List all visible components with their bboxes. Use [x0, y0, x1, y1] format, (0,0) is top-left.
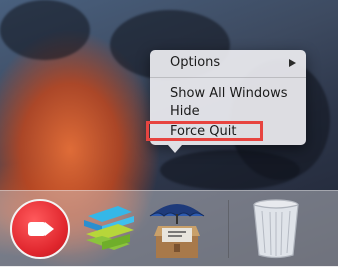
- menu-item-show-all-windows[interactable]: Show All Windows: [150, 85, 306, 102]
- swift-app-icon[interactable]: [78, 202, 140, 258]
- menu-item-hide[interactable]: Hide: [150, 103, 306, 120]
- menu-separator: [150, 77, 306, 78]
- menu-item-options-label: Options: [170, 55, 221, 70]
- trash-icon[interactable]: [250, 197, 302, 259]
- force-quit-highlight-box: [146, 121, 263, 141]
- wallpaper-rock-shadow: [160, 150, 300, 190]
- facetime-icon[interactable]: [10, 199, 70, 259]
- menu-item-options[interactable]: Options: [150, 54, 306, 71]
- camera-body-shape: [28, 222, 46, 236]
- dock-separator: [228, 200, 229, 258]
- submenu-arrow-icon: [289, 59, 296, 67]
- context-menu-pointer: [168, 145, 182, 153]
- wallpaper-rock-shadow: [0, 0, 90, 60]
- menu-item-show-all-windows-label: Show All Windows: [170, 86, 288, 101]
- menu-item-hide-label: Hide: [170, 104, 200, 119]
- archive-box-umbrella-icon[interactable]: [146, 196, 208, 260]
- camera-lens-shape: [45, 222, 54, 236]
